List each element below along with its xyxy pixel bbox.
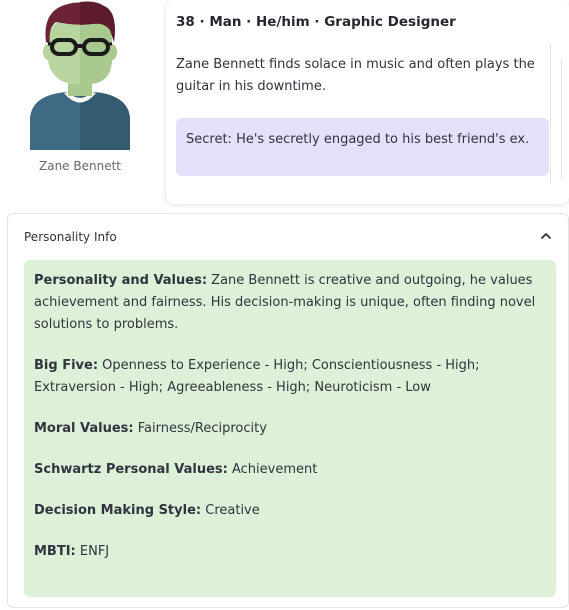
expander-title[interactable]: Personality Info xyxy=(24,230,117,244)
item-label: Personality and Values: xyxy=(34,273,208,288)
secret-box: Secret: He's secretly engaged to his bes… xyxy=(176,118,549,176)
item-value: Achievement xyxy=(227,462,318,477)
personality-item: Big Five: Openness to Experience - High;… xyxy=(34,355,546,399)
profile-header: 38 · Man · He/him · Graphic Designer xyxy=(176,14,456,30)
personality-item: MBTI: ENFJ xyxy=(34,541,546,563)
item-value: Creative xyxy=(201,503,260,518)
chevron-up-icon[interactable] xyxy=(538,228,554,244)
profile-scroll-area[interactable]: Zane Bennett finds solace in music and o… xyxy=(166,44,551,184)
item-label: Schwartz Personal Values: xyxy=(34,462,228,477)
scrollbar[interactable] xyxy=(561,58,562,180)
profile-bio: Zane Bennett finds solace in music and o… xyxy=(176,57,535,94)
personality-item: Schwartz Personal Values: Achievement xyxy=(34,459,546,481)
personality-expander: Personality Info Personality and Values:… xyxy=(7,213,569,608)
avatar: Zane Bennett xyxy=(20,0,140,180)
item-label: Big Five: xyxy=(34,358,99,373)
item-label: Moral Values: xyxy=(34,421,134,436)
item-label: MBTI: xyxy=(34,544,76,559)
personality-item: Personality and Values: Zane Bennett is … xyxy=(34,270,546,336)
profile-card: 38 · Man · He/him · Graphic Designer Zan… xyxy=(166,0,569,204)
item-label: Decision Making Style: xyxy=(34,503,202,518)
avatar-image xyxy=(30,1,130,150)
item-value: Fairness/Reciprocity xyxy=(133,421,267,436)
item-value: Openness to Experience - High; Conscient… xyxy=(34,358,480,395)
personality-item: Moral Values: Fairness/Reciprocity xyxy=(34,418,546,440)
personality-info-box: Personality and Values: Zane Bennett is … xyxy=(24,260,556,597)
item-value: ENFJ xyxy=(75,544,110,559)
personality-item: Decision Making Style: Creative xyxy=(34,500,546,522)
avatar-name: Zane Bennett xyxy=(39,159,121,173)
